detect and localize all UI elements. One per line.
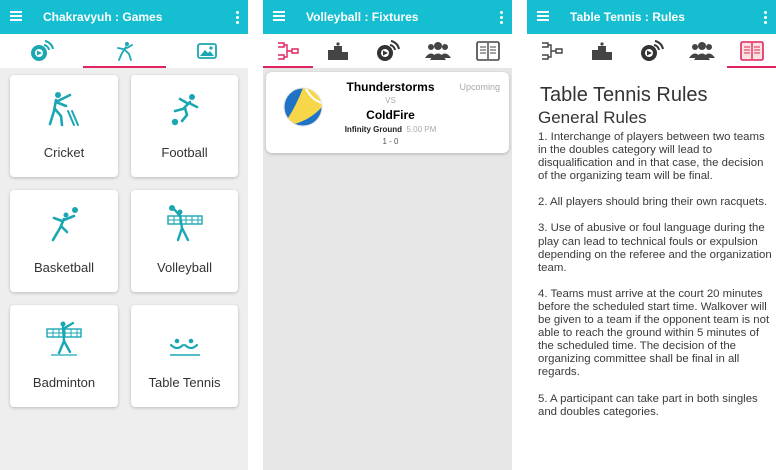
tab-bar — [263, 34, 512, 68]
live-score-icon — [30, 40, 54, 61]
sport-card-label: Cricket — [43, 145, 85, 160]
venue: Infinity Ground — [344, 125, 403, 134]
app-bar: Table Tennis : Rules — [527, 0, 776, 34]
rule-item: 4. Teams must arrive at the court 20 min… — [538, 287, 770, 379]
app-bar: Chakravyuh : Games — [0, 0, 248, 34]
match-score: 1 - 0 — [382, 137, 399, 146]
rule-item: 2. All players should bring their own ra… — [538, 196, 768, 209]
rules-list: 1. Interchange of players between two te… — [538, 131, 774, 432]
tab-standings[interactable] — [313, 34, 363, 68]
status-badge: Upcoming — [459, 82, 500, 92]
rule-item: 1. Interchange of players between two te… — [538, 131, 765, 183]
fixtures-bracket-icon — [542, 42, 563, 60]
podium-icon — [592, 42, 612, 60]
volleyball-ball-icon — [283, 87, 323, 127]
team1-name: Thunderstorms — [346, 80, 435, 94]
tab-fixtures[interactable] — [527, 34, 577, 68]
app-bar: Volleyball : Fixtures — [263, 0, 512, 34]
rules-subheading: General Rules — [538, 108, 647, 127]
football-icon — [171, 94, 198, 126]
table-tennis-icon — [169, 338, 200, 356]
tab-rules[interactable] — [727, 34, 776, 68]
rules-book-icon — [739, 41, 764, 61]
fixtures-bracket-icon — [278, 42, 299, 60]
teams-icon — [425, 42, 451, 60]
tab-teams[interactable] — [677, 34, 727, 68]
basketball-icon — [51, 207, 78, 242]
teams-icon — [689, 42, 715, 60]
sport-card-label: Basketball — [34, 260, 94, 275]
more-options-icon[interactable] — [500, 11, 503, 26]
sport-card-label: Table Tennis — [148, 375, 221, 390]
tab-live-score[interactable] — [627, 34, 677, 68]
live-score-icon — [377, 40, 400, 61]
tab-bar — [0, 34, 248, 68]
app-bar-title: Chakravyuh : Games — [43, 10, 163, 24]
rules-book-icon — [475, 41, 500, 61]
gallery-icon — [197, 43, 217, 59]
sport-card-basketball[interactable]: Basketball — [10, 190, 118, 292]
tab-teams[interactable] — [413, 34, 463, 68]
sport-card-label: Football — [161, 145, 208, 160]
rules-screen: Table Tennis : Rules Table Tennis Rules … — [527, 0, 776, 470]
games-screen: Chakravyuh : Games Cricket Football Bask… — [0, 0, 248, 470]
cricket-icon — [48, 92, 79, 127]
rules-heading: Table Tennis Rules — [540, 84, 708, 106]
sport-card-volleyball[interactable]: Volleyball — [131, 190, 238, 292]
badminton-icon — [46, 321, 82, 356]
player-icon — [116, 42, 133, 61]
sport-card-cricket[interactable]: Cricket — [10, 75, 118, 177]
menu-icon[interactable] — [10, 11, 22, 21]
sport-card-label: Badminton — [32, 375, 96, 390]
more-options-icon[interactable] — [236, 11, 239, 26]
tab-live-score[interactable] — [0, 34, 83, 68]
vs-label: VS — [385, 96, 396, 105]
volleyball-icon — [166, 205, 203, 242]
sport-card-football[interactable]: Football — [131, 75, 238, 177]
fixtures-screen: Volleyball : Fixtures Thunderstorms VS C… — [263, 0, 512, 470]
venue-time-row: Infinity Ground 5.00 PM — [328, 125, 453, 134]
live-score-icon — [641, 40, 664, 61]
tab-bar — [527, 34, 776, 68]
rule-item: 5. A participant can take part in both s… — [538, 392, 758, 418]
tab-games[interactable] — [83, 34, 166, 68]
active-tab-indicator — [727, 66, 776, 68]
app-bar-title: Volleyball : Fixtures — [306, 10, 419, 24]
tab-gallery[interactable] — [166, 34, 248, 68]
fixture-card[interactable]: Thunderstorms VS ColdFire Infinity Groun… — [266, 72, 509, 153]
active-tab-indicator — [263, 66, 313, 68]
menu-icon[interactable] — [273, 11, 285, 21]
tab-fixtures[interactable] — [263, 34, 313, 68]
more-options-icon[interactable] — [764, 11, 767, 26]
team2-name: ColdFire — [366, 108, 415, 122]
sport-card-table-tennis[interactable]: Table Tennis — [131, 305, 238, 407]
menu-icon[interactable] — [537, 11, 549, 21]
sport-card-badminton[interactable]: Badminton — [10, 305, 118, 407]
sport-card-label: Volleyball — [157, 260, 212, 275]
tab-standings[interactable] — [577, 34, 627, 68]
tab-rules[interactable] — [463, 34, 512, 68]
match-time: 5.00 PM — [406, 125, 437, 134]
tab-live-score[interactable] — [363, 34, 413, 68]
rule-item: 3. Use of abusive or foul language durin… — [538, 222, 772, 274]
app-bar-title: Table Tennis : Rules — [570, 10, 685, 24]
podium-icon — [328, 42, 348, 60]
active-tab-indicator — [83, 66, 166, 68]
